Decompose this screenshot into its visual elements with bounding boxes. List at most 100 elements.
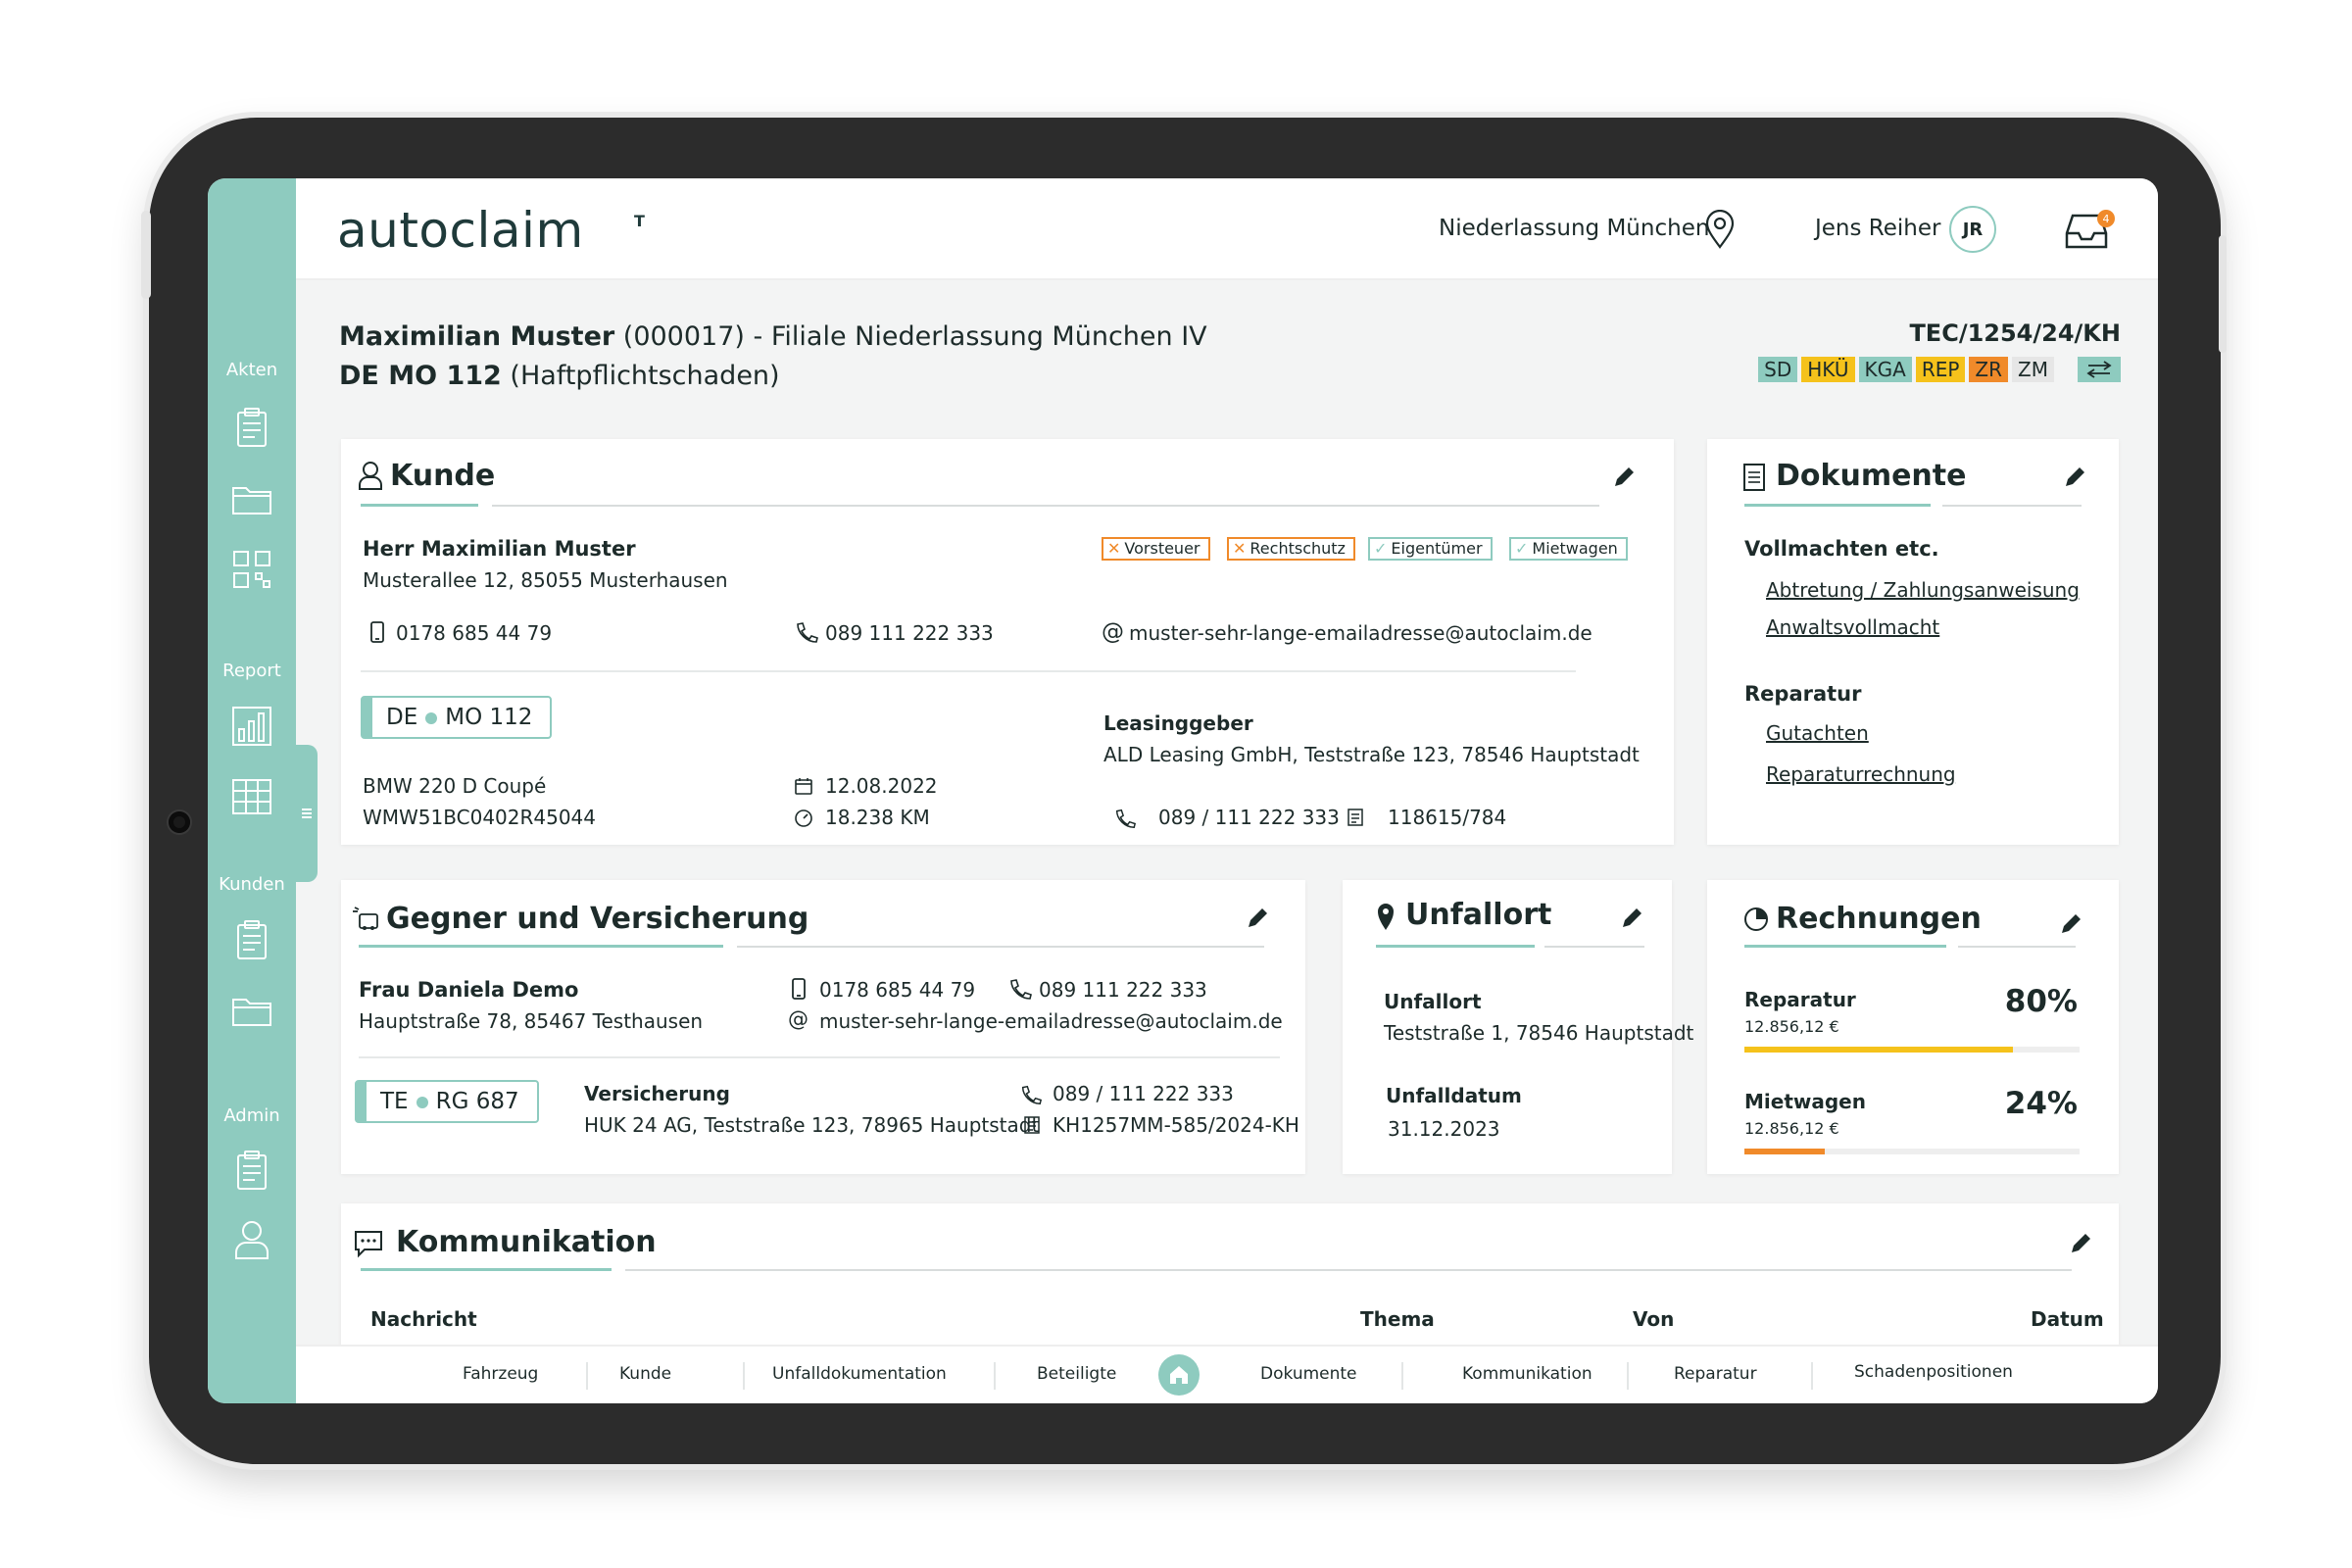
chip-mietwagen[interactable]: ✓ Mietwagen: [1509, 537, 1628, 561]
link-gutachten[interactable]: Gutachten: [1766, 721, 1869, 745]
title-rule: [625, 1269, 2072, 1271]
column-thema[interactable]: Thema: [1360, 1307, 1435, 1331]
check-icon: ✓: [1515, 539, 1529, 558]
top-bar: autoclaim T Niederlassung München Jens R…: [296, 178, 2158, 280]
kunde-title: Kunde: [390, 459, 496, 493]
sidebar-section-akten: Akten: [225, 360, 278, 380]
license-plate[interactable]: DE MO 112: [361, 696, 553, 739]
nav-reparatur[interactable]: Reparatur: [1674, 1364, 1757, 1384]
qr-code-icon[interactable]: [229, 547, 274, 592]
title-rule: [1958, 946, 2076, 948]
person-icon: [359, 462, 382, 490]
autoclaim-logo[interactable]: autoclaim: [337, 202, 584, 259]
case-customer-name: Maximilian Muster: [339, 321, 615, 352]
leasing-phone[interactable]: 089 / 111 222 333: [1158, 806, 1340, 829]
pencil-icon[interactable]: [2058, 911, 2083, 937]
status-tag-zm[interactable]: ZM: [2012, 357, 2054, 382]
chip-rechtschutz[interactable]: ✕ Rechtschutz: [1227, 537, 1355, 561]
nav-separator: [994, 1362, 996, 1390]
nav-unfalldokumentation[interactable]: Unfalldokumentation: [772, 1364, 947, 1384]
leasing-address: ALD Leasing GmbH, Teststraße 123, 78546 …: [1103, 743, 1640, 766]
location-pin-icon[interactable]: [1703, 210, 1737, 249]
case-type: (Haftpflichtschaden): [501, 361, 780, 391]
logo-mark: T: [634, 212, 645, 230]
phone-icon: [1021, 1085, 1043, 1104]
title-rule: [492, 505, 1599, 507]
kunde-phone[interactable]: 089 111 222 333: [825, 621, 994, 645]
pencil-icon[interactable]: [1619, 906, 1644, 931]
insurance-phone[interactable]: 089 / 111 222 333: [1053, 1082, 1234, 1105]
kunde-address: Musterallee 12, 85055 Musterhausen: [363, 568, 728, 592]
sidebar: Akten Report Kunden Admin: [208, 178, 296, 1403]
column-datum[interactable]: Datum: [2031, 1307, 2104, 1331]
link-reparaturrechnung[interactable]: Reparaturrechnung: [1766, 762, 1956, 786]
nav-kunde[interactable]: Kunde: [619, 1364, 671, 1384]
rechnung-reparatur-percent: 80%: [2004, 984, 2078, 1019]
nav-dokumente[interactable]: Dokumente: [1260, 1364, 1357, 1384]
document-number-icon: [1348, 808, 1363, 826]
status-tag-rep[interactable]: REP: [1915, 357, 1966, 382]
pencil-icon[interactable]: [2062, 465, 2087, 490]
kunde-mobile[interactable]: 0178 685 44 79: [396, 621, 552, 645]
clipboard-icon[interactable]: [229, 1149, 274, 1194]
plate-number: RG 687: [435, 1089, 519, 1114]
rechnung-reparatur-amount: 12.856,12 €: [1744, 1017, 1839, 1036]
link-abtretung[interactable]: Abtretung / Zahlungsanweisung: [1766, 578, 2080, 602]
opponent-license-plate[interactable]: TE RG 687: [355, 1080, 539, 1123]
gegner-phone[interactable]: 089 111 222 333: [1039, 978, 1207, 1002]
column-von[interactable]: Von: [1633, 1307, 1674, 1331]
title-underline: [361, 1268, 612, 1271]
at-icon: @: [788, 1007, 808, 1031]
plate-seal: [425, 711, 438, 724]
user-name[interactable]: Jens Reiher: [1815, 216, 1940, 241]
nav-schadenpositionen[interactable]: Schadenpositionen: [1854, 1362, 2013, 1382]
nav-fahrzeug[interactable]: Fahrzeug: [463, 1364, 538, 1384]
avatar[interactable]: JR: [1949, 206, 1996, 253]
status-tag-kga[interactable]: KGA: [1858, 357, 1912, 382]
title-underline: [1744, 504, 1931, 507]
calendar-icon: [795, 778, 812, 795]
unfalldatum-value: 31.12.2023: [1388, 1117, 1500, 1141]
status-tags: SD HKÜ KGA REP ZR ZM: [1758, 357, 2121, 382]
sidebar-collapse-handle[interactable]: [296, 745, 318, 882]
pencil-icon[interactable]: [1245, 906, 1270, 931]
plate-seal: [416, 1096, 428, 1108]
column-nachricht[interactable]: Nachricht: [370, 1307, 477, 1331]
nav-beteiligte[interactable]: Beteiligte: [1037, 1364, 1116, 1384]
pencil-icon[interactable]: [1611, 465, 1637, 490]
folder-icon[interactable]: [229, 988, 274, 1033]
swap-button[interactable]: [2078, 357, 2121, 382]
gegner-mobile[interactable]: 0178 685 44 79: [819, 978, 975, 1002]
clipboard-icon[interactable]: [229, 406, 274, 451]
app-screen: Akten Report Kunden Admin autoclaim T Ni…: [208, 178, 2158, 1403]
kunde-name: Herr Maximilian Muster: [363, 537, 636, 561]
gegner-email[interactable]: muster-sehr-lange-emailadresse@autoclaim…: [819, 1009, 1283, 1033]
dokumente-group-vollmachten: Vollmachten etc.: [1744, 537, 1939, 561]
status-tag-hku[interactable]: HKÜ: [1801, 357, 1855, 382]
gegner-address: Hauptstraße 78, 85467 Testhausen: [359, 1009, 704, 1033]
unfallort-label: Unfallort: [1384, 990, 1482, 1013]
gegner-title: Gegner und Versicherung: [386, 902, 809, 936]
title-underline: [1376, 945, 1535, 948]
status-tag-zr[interactable]: ZR: [1969, 357, 2009, 382]
document-icon: [1743, 464, 1765, 491]
phone-icon: [797, 622, 818, 643]
bar-chart-icon[interactable]: [229, 704, 274, 749]
status-tag-sd[interactable]: SD: [1758, 357, 1798, 382]
unfallort-address: Teststraße 1, 78546 Hauptstadt: [1384, 1021, 1694, 1045]
check-icon: ✓: [1374, 539, 1388, 558]
nav-kommunikation[interactable]: Kommunikation: [1462, 1364, 1592, 1384]
chip-eigentuemer[interactable]: ✓ Eigentümer: [1368, 537, 1493, 561]
link-anwaltsvollmacht[interactable]: Anwaltsvollmacht: [1766, 615, 1939, 639]
chip-vorsteuer[interactable]: ✕ Vorsteuer: [1102, 537, 1210, 561]
pencil-icon[interactable]: [2068, 1231, 2093, 1256]
home-button[interactable]: [1158, 1354, 1200, 1396]
user-icon[interactable]: [229, 1217, 274, 1262]
clipboard-icon[interactable]: [229, 918, 274, 963]
chip-label: Vorsteuer: [1124, 539, 1200, 558]
branch-name[interactable]: Niederlassung München: [1439, 216, 1709, 241]
folder-icon[interactable]: [229, 476, 274, 521]
table-icon[interactable]: [229, 774, 274, 819]
rechnungen-title: Rechnungen: [1776, 902, 1982, 936]
kunde-email[interactable]: muster-sehr-lange-emailadresse@autoclaim…: [1129, 621, 1592, 645]
